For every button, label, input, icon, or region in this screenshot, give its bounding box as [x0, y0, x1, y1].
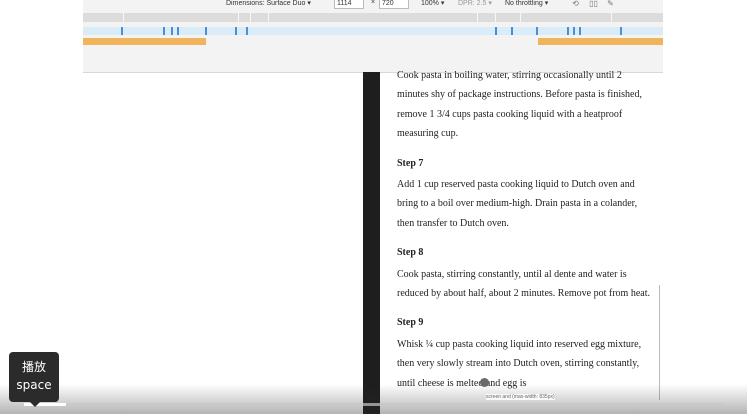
- play-tooltip-label: 播放: [21, 360, 46, 374]
- rotate-icon[interactable]: ⟲: [571, 0, 580, 8]
- step-7-title: Step 7: [397, 157, 424, 169]
- progress-hover-dot[interactable]: [480, 378, 489, 387]
- devtools-device-toolbar: Dimensions: Surface Duo ▾ 1114 × 720 100…: [83, 0, 663, 73]
- media-query-ruler-orange-left[interactable]: [83, 38, 206, 45]
- play-tooltip-shortcut: space: [16, 378, 52, 392]
- dpr-dropdown[interactable]: DPR: 2.5 ▾: [458, 0, 492, 7]
- media-query-ruler-blue[interactable]: [83, 27, 663, 35]
- step-6-text: Cook pasta in boiling water, stirring oc…: [397, 70, 642, 140]
- throttling-dropdown[interactable]: No throttling ▾: [505, 0, 548, 7]
- step-9-title: Step 9: [397, 317, 424, 329]
- play-tooltip: 播放 space: [9, 352, 59, 407]
- zoom-dropdown[interactable]: 100% ▾: [421, 0, 444, 7]
- player-controls-fade: [0, 384, 747, 414]
- step-7-text: Add 1 cup reserved pasta cooking liquid …: [397, 179, 638, 229]
- device-posture-icon[interactable]: ✎: [606, 0, 615, 8]
- height-input[interactable]: 720: [379, 0, 409, 9]
- recipe-article: Cook pasta in boiling water, stirring oc…: [397, 66, 652, 403]
- tooltip-arrow: [30, 402, 40, 407]
- step-8-text: Cook pasta, stirring constantly, until a…: [397, 268, 650, 300]
- media-query-ruler-gray[interactable]: [83, 13, 663, 22]
- progress-preview-label: screen and (max-width: 835px): [486, 394, 555, 400]
- dual-screen-icon[interactable]: ▯▯: [589, 0, 598, 8]
- dimensions-dropdown[interactable]: Dimensions: Surface Duo ▾: [226, 0, 311, 7]
- width-input[interactable]: 1114: [334, 0, 364, 9]
- page-scrollbar[interactable]: [659, 285, 660, 400]
- device-frame-edge: [363, 72, 380, 414]
- progress-track[interactable]: [24, 403, 724, 406]
- dimension-separator: ×: [371, 0, 376, 6]
- device-toolbar-row: Dimensions: Surface Duo ▾ 1114 × 720 100…: [83, 0, 663, 10]
- media-query-ruler-orange-right[interactable]: [538, 38, 663, 45]
- step-8-title: Step 8: [397, 247, 424, 259]
